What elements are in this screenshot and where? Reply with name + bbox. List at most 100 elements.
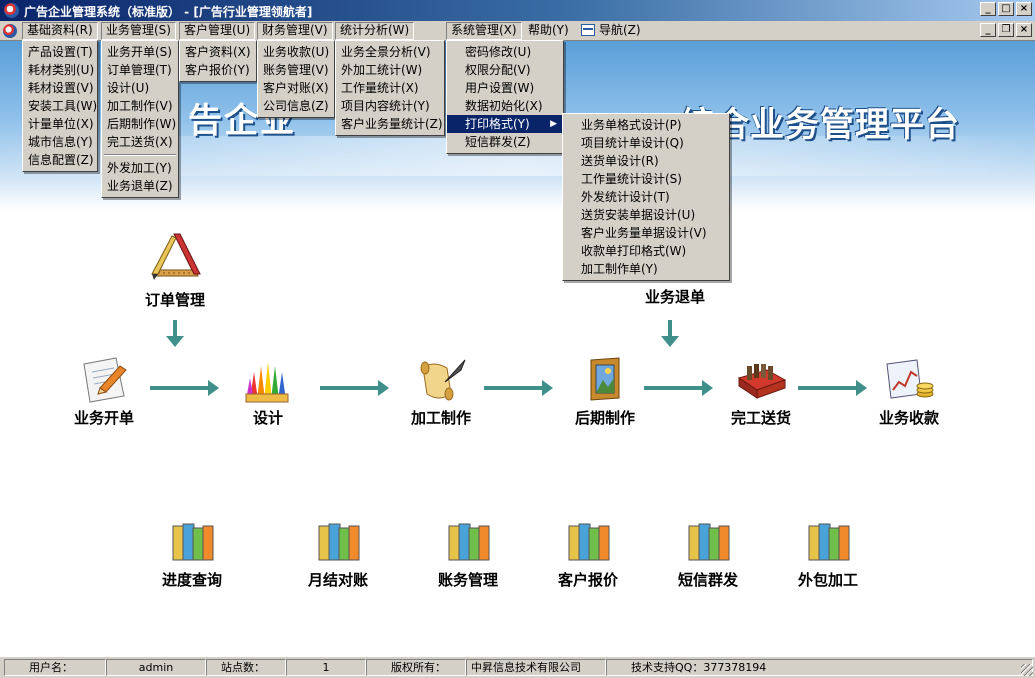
label-processing: 加工制作 xyxy=(410,409,471,427)
menu-item-post-production[interactable]: 后期制作(W) xyxy=(102,115,178,133)
minimize-button[interactable]: _ xyxy=(980,2,996,16)
menu-item-city-info[interactable]: 城市信息(Y) xyxy=(23,133,97,151)
menu-item-change-password[interactable]: 密码修改(U) xyxy=(447,43,563,61)
books-icon xyxy=(172,523,214,561)
menu-item-outsourcing-stats[interactable]: 外加工统计(W) xyxy=(336,61,444,79)
menu-item-customer-volume-design[interactable]: 客户业务量单据设计(V) xyxy=(563,224,729,242)
menu-finance-management[interactable]: 财务管理(V) xyxy=(257,22,333,40)
app-logo-icon xyxy=(4,3,19,18)
menu-help[interactable]: 帮助(Y) xyxy=(524,22,573,40)
shortcut-sms[interactable]: 短信群发 xyxy=(666,516,750,590)
books-icon xyxy=(568,523,610,561)
status-user-value: admin xyxy=(106,659,206,676)
mdi-child-icon[interactable] xyxy=(3,24,17,38)
node-post-production[interactable]: 后期制作 xyxy=(562,354,648,428)
menu-item-workload-design[interactable]: 工作量统计设计(S) xyxy=(563,170,729,188)
label-progress-query: 进度查询 xyxy=(161,571,222,589)
menu-item-material-category[interactable]: 耗材类别(U) xyxy=(23,61,97,79)
menu-item-print-format-label: 打印格式(Y) xyxy=(465,117,530,131)
navigation-icon xyxy=(581,24,595,36)
menu-item-product-settings[interactable]: 产品设置(T) xyxy=(23,43,97,61)
shortcut-monthly-reconciliation[interactable]: 月结对账 xyxy=(296,516,380,590)
dropdown-finance-management: 业务收款(U) 账务管理(V) 客户对账(X) 公司信息(Z) xyxy=(257,40,335,118)
node-delivery[interactable]: 完工送货 xyxy=(718,354,804,428)
submenu-print-format: 业务单格式设计(P) 项目统计单设计(Q) 送货单设计(R) 工作量统计设计(S… xyxy=(562,113,730,281)
resize-grip[interactable] xyxy=(1021,664,1033,676)
arrow-processing-to-post xyxy=(484,380,553,396)
menu-system-management[interactable]: 系统管理(X) xyxy=(446,22,522,40)
status-copyright-value: 中昇信息技术有限公司 xyxy=(466,659,606,676)
node-order-management[interactable]: 订单管理 xyxy=(140,230,210,310)
node-business-return[interactable]: 业务退单 xyxy=(640,286,710,307)
menu-item-company-info[interactable]: 公司信息(Z) xyxy=(258,97,334,115)
close-button[interactable]: × xyxy=(1016,2,1032,16)
mdi-minimize-button[interactable]: _ xyxy=(980,23,996,37)
menu-customer-management[interactable]: 客户管理(U) xyxy=(179,22,256,40)
menu-item-business-return[interactable]: 业务退单(Z) xyxy=(102,177,178,195)
label-accounts: 账务管理 xyxy=(437,571,498,589)
menu-statistics[interactable]: 统计分析(W) xyxy=(335,22,415,40)
menu-item-outsource-stats-design[interactable]: 外发统计设计(T) xyxy=(563,188,729,206)
node-design[interactable]: 设计 xyxy=(228,354,308,428)
label-monthly-reconciliation: 月结对账 xyxy=(307,571,368,589)
menu-item-info-config[interactable]: 信息配置(Z) xyxy=(23,151,97,169)
menu-basic-data[interactable]: 基础资料(R) xyxy=(22,22,98,40)
mdi-window-controls: _ ❐ × xyxy=(980,23,1032,37)
menu-item-user-settings[interactable]: 用户设置(W) xyxy=(447,79,563,97)
menu-item-permissions[interactable]: 权限分配(V) xyxy=(447,61,563,79)
menu-item-receipts[interactable]: 业务收款(U) xyxy=(258,43,334,61)
menu-business-management[interactable]: 业务管理(S) xyxy=(101,22,176,40)
menu-item-sms[interactable]: 短信群发(Z) xyxy=(447,133,563,151)
node-processing[interactable]: 加工制作 xyxy=(398,354,484,428)
menu-item-processing-sheet[interactable]: 加工制作单(Y) xyxy=(563,260,729,278)
menu-item-reconciliation[interactable]: 客户对账(X) xyxy=(258,79,334,97)
menu-item-outsourcing[interactable]: 外发加工(Y) xyxy=(102,159,178,177)
menu-item-receipt-print-format[interactable]: 收款单打印格式(W) xyxy=(563,242,729,260)
menu-item-customer-data[interactable]: 客户资料(X) xyxy=(180,43,256,61)
label-customer-quote: 客户报价 xyxy=(557,571,618,589)
mdi-close-button[interactable]: × xyxy=(1016,23,1032,37)
menu-item-workload-stats[interactable]: 工作量统计(X) xyxy=(336,79,444,97)
menu-item-order-management[interactable]: 订单管理(T) xyxy=(102,61,178,79)
dropdown-statistics: 业务全景分析(V) 外加工统计(W) 工作量统计(X) 项目内容统计(Y) 客户… xyxy=(335,40,445,136)
window-controls: _ □ × xyxy=(980,2,1032,16)
menu-item-order-format-design[interactable]: 业务单格式设计(P) xyxy=(563,116,729,134)
title-bar: 广告企业管理系统（标准版） - [广告行业管理领航者] _ □ × xyxy=(0,0,1035,21)
menu-item-project-stats-design[interactable]: 项目统计单设计(Q) xyxy=(563,134,729,152)
menu-item-material-settings[interactable]: 耗材设置(V) xyxy=(23,79,97,97)
menu-item-project-stats[interactable]: 项目内容统计(Y) xyxy=(336,97,444,115)
menu-item-design[interactable]: 设计(U) xyxy=(102,79,178,97)
shortcut-customer-quote[interactable]: 客户报价 xyxy=(546,516,630,590)
menu-item-delivery-install-design[interactable]: 送货安装单据设计(U) xyxy=(563,206,729,224)
menu-separator xyxy=(102,151,178,159)
menu-item-delivery-note-design[interactable]: 送货单设计(R) xyxy=(563,152,729,170)
menu-item-data-init[interactable]: 数据初始化(X) xyxy=(447,97,563,115)
label-post-production: 后期制作 xyxy=(574,409,635,427)
menu-navigation-label: 导航(Z) xyxy=(599,23,641,37)
menu-item-customer-volume-stats[interactable]: 客户业务量统计(Z) xyxy=(336,115,444,133)
node-business-order[interactable]: 业务开单 xyxy=(64,354,144,428)
menu-item-business-overview[interactable]: 业务全景分析(V) xyxy=(336,43,444,61)
node-receipts[interactable]: 业务收款 xyxy=(866,354,952,428)
menu-item-units[interactable]: 计量单位(X) xyxy=(23,115,97,133)
menu-item-print-format[interactable]: 打印格式(Y) ▶ xyxy=(447,115,563,133)
label-business-return: 业务退单 xyxy=(644,288,705,306)
menu-bar: 基础资料(R) 业务管理(S) 客户管理(U) 财务管理(V) 统计分析(W) … xyxy=(0,21,1035,41)
mdi-restore-button[interactable]: ❐ xyxy=(998,23,1014,37)
dropdown-customer-management: 客户资料(X) 客户报价(Y) xyxy=(179,40,257,82)
menu-item-delivery[interactable]: 完工送货(X) xyxy=(102,133,178,151)
menu-item-business-order[interactable]: 业务开单(S) xyxy=(102,43,178,61)
shortcut-accounts[interactable]: 账务管理 xyxy=(426,516,510,590)
shortcut-outsourcing[interactable]: 外包加工 xyxy=(786,516,870,590)
menu-item-accounts[interactable]: 账务管理(V) xyxy=(258,61,334,79)
label-order-management: 订单管理 xyxy=(144,291,205,309)
menu-item-customer-quote[interactable]: 客户报价(Y) xyxy=(180,61,256,79)
menu-item-install-tools[interactable]: 安装工具(W) xyxy=(23,97,97,115)
shortcut-progress-query[interactable]: 进度查询 xyxy=(150,516,234,590)
menu-navigation[interactable]: 导航(Z) xyxy=(577,22,645,40)
window-title: 广告企业管理系统（标准版） - [广告行业管理领航者] xyxy=(24,5,313,19)
menu-item-processing[interactable]: 加工制作(V) xyxy=(102,97,178,115)
label-outsourcing: 外包加工 xyxy=(797,571,858,589)
status-user-label: 用户名： xyxy=(4,659,106,676)
maximize-button[interactable]: □ xyxy=(998,2,1014,16)
